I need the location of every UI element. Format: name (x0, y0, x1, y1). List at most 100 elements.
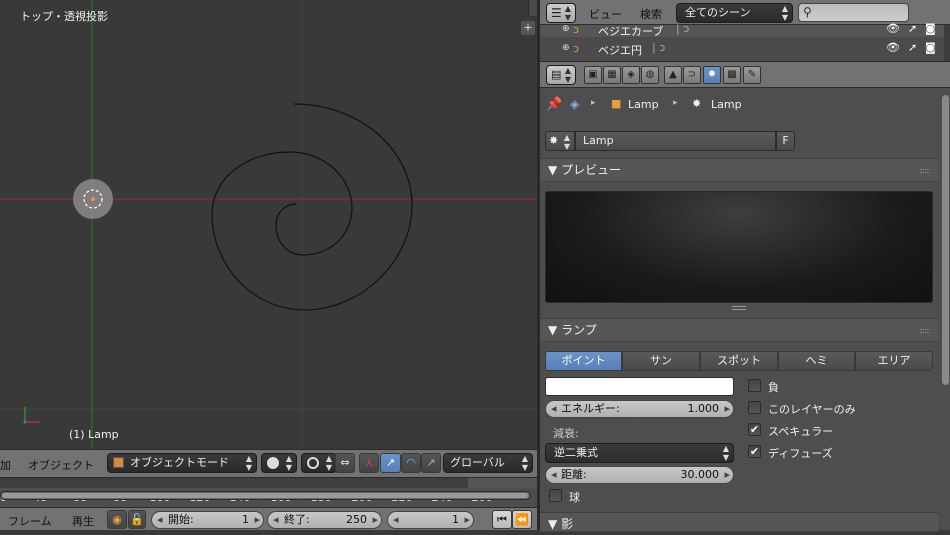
datablock-browse-button[interactable]: ✸ ▲ ▼ (545, 131, 575, 151)
eye-icon[interactable]: 👁 (886, 22, 900, 35)
chevron-right-icon: ▸ (254, 513, 260, 526)
lamp-type-spot[interactable]: スポット (700, 351, 778, 371)
lamp-panel-title: ランプ (561, 323, 597, 337)
lamp-type-point[interactable]: ポイント (545, 351, 622, 371)
fake-user-button[interactable]: F (776, 131, 795, 151)
tab-physics[interactable]: ✎ (743, 66, 761, 84)
tab-render-layers[interactable]: ▦ (603, 66, 621, 84)
start-frame-field[interactable]: ◂ 開始: 1 ▸ (151, 511, 264, 529)
outliner-row-bezier-circle[interactable]: ⊕ ↄ ベジエ円 | ↄ 👁 ➚ ◙ (540, 40, 950, 58)
eye-icon[interactable]: 👁 (886, 41, 900, 54)
end-frame-field[interactable]: ◂ 終了: 250 ▸ (267, 511, 382, 529)
keyframe-back-button[interactable]: ⏪ (512, 510, 532, 529)
3d-viewport[interactable]: トップ・透視投影 (1) Lamp + (0, 0, 537, 449)
sphere-label: 球 (569, 491, 580, 504)
scale-manipulator-button[interactable]: ↗ (421, 453, 441, 473)
tab-constraints[interactable]: ⊃ (683, 66, 701, 84)
negative-checkbox[interactable] (748, 379, 761, 392)
cursor-icon[interactable]: ➚ (908, 41, 917, 54)
translate-manipulator-button[interactable]: ↗ (380, 453, 401, 473)
viewport-grid (0, 0, 537, 449)
this-layer-label: このレイヤーのみ (768, 403, 856, 416)
camera-icon[interactable]: ◙ (925, 22, 936, 35)
menu-view[interactable]: ビュー (589, 6, 622, 22)
transform-orientation-dropdown[interactable]: グローバル ▲ ▼ (443, 453, 533, 473)
lock-range-button[interactable]: 🔓 (128, 510, 146, 529)
display-mode-dropdown[interactable]: 全てのシーン ▲ ▼ (676, 3, 793, 23)
auto-keyframe-button[interactable]: ◉ (107, 510, 127, 529)
lamp-object[interactable] (73, 179, 113, 219)
search-input[interactable]: ⚲ (798, 3, 909, 22)
tab-render[interactable]: ▣ (584, 66, 602, 84)
expand-plus-icon[interactable]: ⊕ (562, 24, 570, 34)
menu-add[interactable]: 加 (0, 457, 11, 473)
end-frame-value: 250 (346, 513, 367, 526)
timeline-top-strip (0, 478, 537, 488)
energy-field[interactable]: ◂ エネルギー: 1.000 ▸ (545, 400, 734, 418)
datablock-name-field[interactable]: Lamp (575, 131, 776, 151)
shadow-panel-header[interactable]: ▼ 影 (540, 512, 938, 532)
menu-object[interactable]: オブジェクト (28, 457, 94, 473)
negative-label: 負 (768, 381, 779, 394)
layers-icon: ▦ (607, 69, 617, 80)
lamp-color-swatch[interactable] (545, 377, 734, 396)
tab-texture[interactable]: ▩ (723, 66, 741, 84)
editor-type-dropdown[interactable]: ☰ ▲ ▼ (546, 3, 576, 23)
solid-shading-icon (267, 457, 279, 469)
chevron-right-icon: ▸ (464, 513, 470, 526)
falloff-label: 減衰: (553, 427, 579, 440)
row-label[interactable]: ベジエカーブ (598, 23, 663, 39)
camera-icon[interactable]: ◙ (925, 41, 936, 54)
expand-plus-icon[interactable]: ⊕ (562, 43, 570, 53)
lamp-type-area[interactable]: エリア (855, 351, 933, 371)
tab-scene[interactable]: ◈ (622, 66, 640, 84)
specular-checkbox[interactable]: ✔ (748, 423, 761, 436)
distance-field[interactable]: ◂ 距離: 30.000 ▸ (545, 466, 734, 484)
tool-shelf-plus-icon[interactable]: + (521, 21, 535, 35)
collapse-triangle-icon: ▼ (548, 517, 558, 531)
chevron-right-icon: ▸ (372, 513, 378, 526)
menu-search[interactable]: 検索 (640, 6, 662, 22)
panel-grip-icon[interactable] (920, 329, 930, 333)
chevron-right-icon: ▸ (724, 402, 730, 415)
timeline-scrollbar[interactable] (0, 488, 532, 501)
shadow-panel-title: 影 (561, 517, 574, 531)
current-frame-field[interactable]: ◂ 1 ▸ (387, 511, 474, 529)
manipulator-toggle-button[interactable]: ⅄ (359, 453, 379, 473)
tab-lamp-data[interactable]: ✸ (703, 66, 721, 84)
chevron-right-icon: ▸ (724, 468, 730, 481)
orientation-label: グローバル (450, 456, 505, 469)
menu-playback[interactable]: 再生 (72, 513, 94, 529)
row-label[interactable]: ベジエ円 (598, 42, 642, 58)
this-layer-checkbox[interactable] (748, 401, 761, 414)
scale-arrow-icon: ↗ (426, 456, 436, 469)
outliner-scrollbar[interactable] (944, 25, 950, 61)
updown-arrow-icon: ▲ ▼ (563, 133, 570, 151)
lamp-panel-header[interactable]: ▼ ランプ (540, 318, 938, 342)
area-split-corner[interactable] (528, 0, 537, 16)
tab-world[interactable]: ◍ (641, 66, 659, 84)
viewport-shading-dropdown[interactable]: ▲ ▼ (261, 453, 297, 473)
preview-panel-header[interactable]: ▼ プレビュー (540, 158, 938, 182)
mode-dropdown[interactable]: オブジェクトモード ▲ ▼ (107, 453, 257, 473)
tab-object[interactable]: ▲ (664, 66, 682, 84)
lamp-type-selector: ポイント サン スポット ヘミ エリア (545, 351, 933, 371)
sphere-checkbox[interactable] (549, 489, 562, 502)
jump-start-button[interactable]: ⏮ (492, 510, 512, 529)
manipulator-center-button[interactable]: ⇔ (335, 453, 355, 473)
pivot-dropdown[interactable]: ▲ ▼ (301, 453, 337, 473)
lamp-type-sun[interactable]: サン (622, 351, 700, 371)
panel-grip-icon[interactable] (920, 169, 930, 173)
diffuse-checkbox[interactable]: ✔ (748, 445, 761, 458)
updown-arrow-icon: ▲ ▼ (564, 4, 571, 22)
properties-scrollbar[interactable] (942, 95, 949, 385)
menu-frame[interactable]: フレーム (8, 513, 52, 529)
rotate-manipulator-button[interactable]: ◠ (401, 453, 421, 473)
outliner-row-bezier-curve[interactable]: ⊕ ↄ ベジエカーブ | ↄ 👁 ➚ ◙ (540, 21, 950, 39)
preview-resize-handle[interactable] (732, 306, 746, 310)
lamp-type-hemi[interactable]: ヘミ (778, 351, 855, 371)
cursor-icon[interactable]: ➚ (908, 22, 917, 35)
falloff-dropdown[interactable]: 逆二乗式 ▲ ▼ (545, 443, 734, 463)
pin-icon[interactable]: 📌 (546, 97, 562, 112)
editor-type-dropdown[interactable]: ▤ ▲ ▼ (546, 65, 576, 85)
